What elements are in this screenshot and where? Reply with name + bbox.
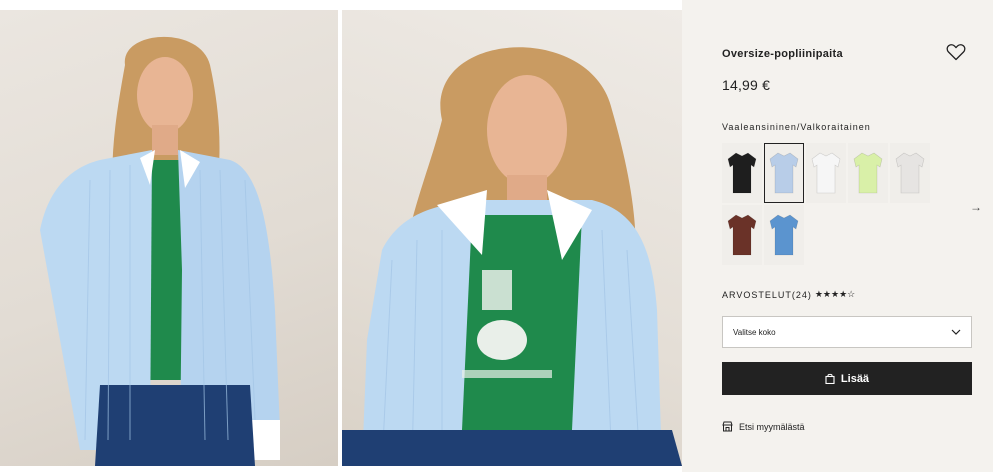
shirt-icon (811, 152, 841, 194)
color-swatch-list (722, 143, 934, 265)
product-page: Oversize-popliinipaita 14,99 € Vaaleansi… (0, 0, 993, 472)
product-photo-closeup[interactable] (342, 10, 682, 466)
size-select[interactable]: Valitse koko (722, 316, 972, 348)
find-in-store-link[interactable]: Etsi myymälästä (722, 421, 805, 432)
shirt-icon (727, 214, 757, 256)
product-photo-front[interactable] (0, 10, 338, 466)
model-image (40, 36, 280, 466)
shopping-bag-icon (825, 373, 835, 384)
arrow-right-icon[interactable]: → (970, 200, 982, 214)
model-image (342, 47, 682, 466)
add-to-bag-button[interactable]: Lisää (722, 362, 972, 395)
find-in-store-label: Etsi myymälästä (739, 421, 805, 432)
reviews-link[interactable]: ARVOSTELUT(24) ★★★★☆ (722, 289, 855, 300)
color-swatch-light-blue-check[interactable] (764, 143, 804, 203)
shirt-icon (727, 152, 757, 194)
product-title: Oversize-popliinipaita (722, 48, 843, 60)
color-swatch-brown[interactable] (722, 205, 762, 265)
selected-color-label: Vaaleansininen/Valkoraitainen (722, 122, 871, 132)
color-swatch-light-grey[interactable] (890, 143, 930, 203)
color-swatch-black[interactable] (722, 143, 762, 203)
product-details-panel: Oversize-popliinipaita 14,99 € Vaaleansi… (682, 0, 993, 472)
favorite-heart-icon[interactable] (946, 43, 966, 61)
size-select-placeholder: Valitse koko (733, 327, 776, 337)
color-swatch-lime[interactable] (848, 143, 888, 203)
shirt-icon (769, 214, 799, 256)
shirt-icon (769, 152, 799, 194)
product-price: 14,99 € (722, 77, 771, 93)
color-swatch-white[interactable] (806, 143, 846, 203)
store-icon (722, 421, 733, 432)
color-swatch-blue[interactable] (764, 205, 804, 265)
chevron-down-icon (951, 329, 961, 335)
star-rating: ★★★★☆ (814, 289, 856, 299)
add-to-bag-label: Lisää (840, 372, 870, 385)
reviews-label: ARVOSTELUT(24) (722, 289, 812, 300)
shirt-icon (895, 152, 925, 194)
shirt-icon (853, 152, 883, 194)
